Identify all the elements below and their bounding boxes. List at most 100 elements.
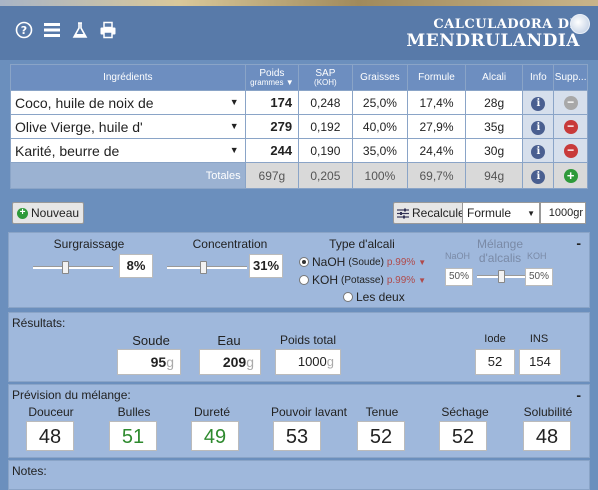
print-icon[interactable]: [98, 20, 118, 40]
cleansing-value: 53: [273, 421, 321, 451]
ingredients-table: Ingrédients Poids grammes ▼ SAP (KOH) Grai…: [10, 64, 588, 189]
alkali-type-label: Type d'alcali: [329, 237, 395, 251]
alkali-value: 30g: [464, 138, 524, 163]
superfat-input[interactable]: 8%: [119, 254, 153, 278]
menu-icon[interactable]: [42, 20, 62, 40]
superfat-slider[interactable]: [33, 261, 113, 274]
fats-value[interactable]: 40,0%: [351, 114, 409, 139]
concentration-label: Concentration: [192, 237, 268, 251]
totals-label: Totales: [10, 162, 246, 189]
plus-icon: +: [17, 207, 28, 219]
col-sap: SAP (KOH): [298, 64, 353, 91]
dropdown-arrow-icon: ▼: [229, 121, 239, 131]
mildness-label: Douceur: [28, 405, 74, 419]
weight-input[interactable]: 279: [244, 114, 300, 139]
fats-value[interactable]: 35,0%: [351, 138, 409, 163]
info-icon[interactable]: i: [531, 169, 546, 184]
caret-down-icon: ▼: [418, 257, 427, 267]
longevity-value: 52: [357, 421, 405, 451]
concentration-slider-thumb[interactable]: [200, 261, 207, 274]
col-info: Info: [522, 64, 555, 91]
cleansing-label: Pouvoir lavant: [270, 405, 348, 419]
svg-text:?: ?: [21, 24, 27, 37]
info-icon[interactable]: i: [531, 120, 546, 135]
logo-drop-icon: [570, 14, 590, 34]
formula-value[interactable]: 24,4%: [407, 138, 466, 163]
total-grams-input[interactable]: 1000gr: [540, 202, 586, 224]
concentration-input[interactable]: 31%: [249, 254, 283, 278]
chevron-down-icon: ▼: [527, 209, 535, 218]
col-ingredients: Ingrédients: [10, 64, 246, 91]
naoh-purity[interactable]: p.99%: [387, 257, 415, 268]
formula-value[interactable]: 17,4%: [407, 90, 466, 115]
total-sap: 0,205: [298, 162, 353, 189]
ingredient-select[interactable]: Karité, beurre de ▼: [10, 138, 246, 163]
soda-value: 95g: [117, 349, 181, 375]
both-radio[interactable]: Les deux: [343, 290, 405, 304]
koh-radio[interactable]: KOH (Potasse) p.99% ▼: [299, 273, 426, 287]
water-label: Eau: [217, 333, 241, 348]
table-row: Olive Vierge, huile d' ▼ 279 0,192 40,0% …: [10, 114, 588, 139]
alkali-value: 35g: [464, 114, 524, 139]
header: ? CALCULADORA DE MENDRULANDIA: [0, 6, 598, 60]
ingredient-select[interactable]: Coco, huile de noix de ▼: [10, 90, 246, 115]
sap-value[interactable]: 0,248: [298, 90, 353, 115]
iodine-value: 52: [475, 349, 515, 375]
recalculate-button[interactable]: Recalculer: [393, 202, 473, 224]
iodine-label: Iode: [484, 333, 506, 345]
ins-label: INS: [529, 333, 549, 345]
sap-value[interactable]: 0,192: [298, 114, 353, 139]
superfat-label: Surgraissage: [53, 237, 125, 251]
remove-icon[interactable]: −: [563, 144, 578, 158]
formula-value[interactable]: 27,9%: [407, 114, 466, 139]
mildness-value: 48: [26, 421, 74, 451]
total-weight-label: Poids total: [279, 333, 337, 347]
info-icon[interactable]: i: [531, 96, 546, 111]
drying-label: Séchage: [441, 405, 489, 419]
collapse-button[interactable]: -: [576, 235, 581, 251]
ins-value: 154: [519, 349, 561, 375]
alkali-value: 28g: [464, 90, 524, 115]
ingredient-select[interactable]: Olive Vierge, huile d' ▼: [10, 114, 246, 139]
remove-icon[interactable]: −: [563, 120, 578, 134]
dropdown-arrow-icon: ▼: [229, 97, 239, 107]
radio-checked-icon: [299, 257, 309, 267]
weight-input[interactable]: 244: [244, 138, 300, 163]
total-weight: 697g: [244, 162, 300, 189]
sap-value[interactable]: 0,190: [298, 138, 353, 163]
new-button[interactable]: + Nouveau: [12, 202, 85, 224]
superfat-slider-thumb[interactable]: [62, 261, 69, 274]
bubbles-value: 51: [109, 421, 157, 451]
help-icon[interactable]: ?: [14, 20, 34, 40]
col-fats: Graisses: [351, 64, 409, 91]
mix-slider: [477, 270, 525, 283]
toolbar: + Nouveau Recalculer Formule ▼ 1000gr: [0, 198, 598, 230]
fats-value[interactable]: 25,0%: [351, 90, 409, 115]
formula-select[interactable]: Formule ▼: [462, 202, 540, 224]
prevision-title: Prévision du mélange:: [12, 388, 131, 402]
info-icon[interactable]: i: [531, 144, 546, 159]
remove-icon[interactable]: −: [563, 96, 578, 110]
mix-naoh-value: 50%: [445, 268, 473, 286]
drying-value: 52: [439, 421, 487, 451]
options-panel: - Surgraissage 8% Concentration 31% Type…: [8, 232, 590, 308]
concentration-slider[interactable]: [167, 261, 247, 274]
col-formula: Formule: [407, 64, 466, 91]
col-weight[interactable]: Poids grammes ▼: [244, 64, 300, 91]
soda-label: Soude: [132, 333, 170, 348]
col-delete: Supp...: [553, 64, 588, 91]
koh-purity[interactable]: p.99%: [387, 275, 415, 286]
radio-unchecked-icon: [343, 292, 353, 302]
naoh-radio[interactable]: NaOH (Soude) p.99% ▼: [299, 255, 426, 269]
collapse-button[interactable]: -: [576, 387, 581, 403]
table-row: Coco, huile de noix de ▼ 174 0,248 25,0% …: [10, 90, 588, 115]
prevision-panel: Prévision du mélange: - Douceur 48 Bulle…: [8, 384, 590, 458]
weight-input[interactable]: 174: [244, 90, 300, 115]
solubility-value: 48: [523, 421, 571, 451]
sliders-icon: [397, 208, 409, 218]
water-value: 209g: [199, 349, 261, 375]
add-row-icon[interactable]: +: [563, 168, 578, 183]
flask-icon[interactable]: [70, 20, 90, 40]
radio-unchecked-icon: [299, 275, 309, 285]
mix-koh-value: 50%: [525, 268, 553, 286]
